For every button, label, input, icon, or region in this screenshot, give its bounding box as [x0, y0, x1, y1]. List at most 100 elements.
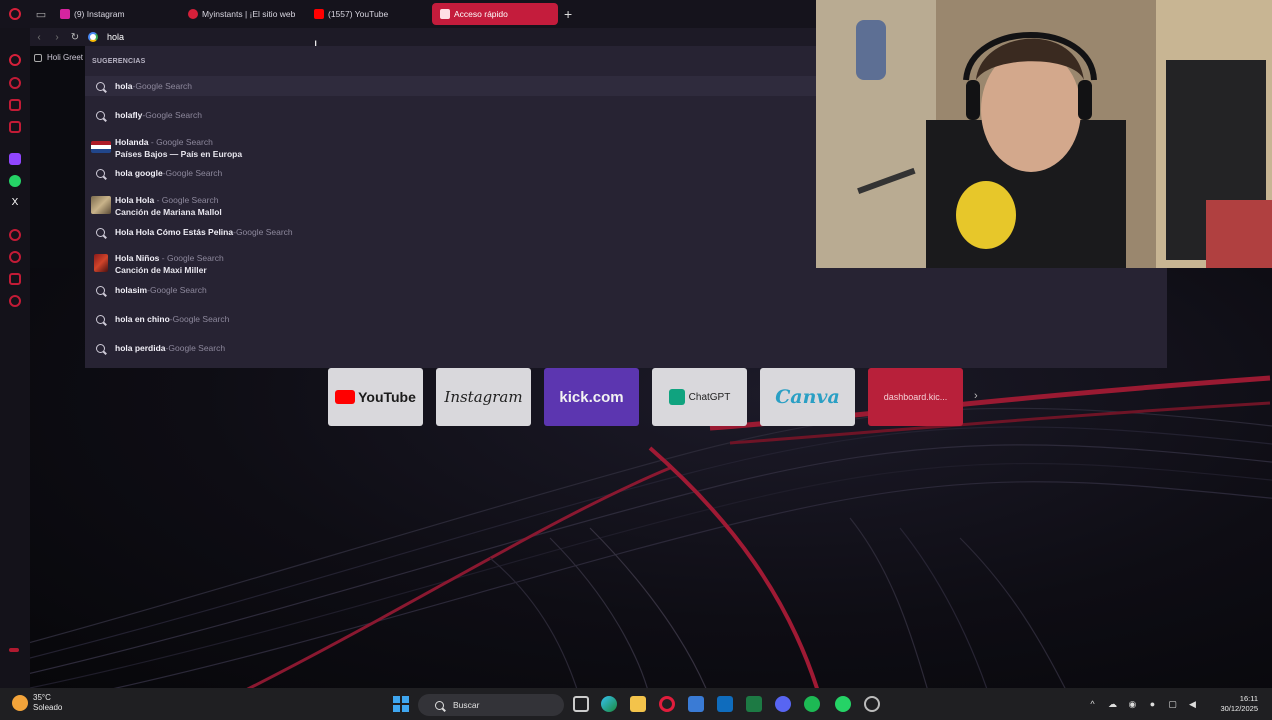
microphone-icon[interactable]: ● [1147, 699, 1157, 709]
globe-icon [34, 53, 42, 62]
taskbar-search-label: Buscar [453, 700, 480, 710]
gx-icon[interactable] [9, 648, 19, 652]
bookmark-holi-greet[interactable]: Holi Greet [34, 53, 83, 62]
volume-icon[interactable]: ◀ [1187, 699, 1197, 709]
edge-icon[interactable] [601, 696, 617, 712]
suggestion-term: Hola Hola Cómo Estás Pelina [115, 227, 234, 237]
aria-icon[interactable] [9, 54, 21, 66]
opera-logo-icon[interactable] [0, 0, 30, 28]
speed-dial-dashboard[interactable]: dashboard.kic... [868, 368, 963, 426]
address-text[interactable]: hola [107, 32, 124, 42]
gear-icon[interactable] [9, 295, 21, 307]
history-icon[interactable] [9, 77, 21, 89]
bookmarks-icon[interactable] [9, 99, 21, 111]
discord-icon[interactable] [775, 696, 791, 712]
back-icon[interactable]: ‹ [30, 32, 48, 43]
taskbar-clock[interactable]: 16:11 30/12/2025 [1220, 694, 1258, 714]
grid-icon [440, 9, 450, 19]
extensions-icon[interactable] [9, 273, 21, 285]
opera-taskbar-icon[interactable] [659, 696, 675, 712]
chevron-up-icon[interactable]: ^ [1087, 699, 1097, 709]
search-icon [95, 285, 105, 295]
reload-icon[interactable]: ↻ [66, 32, 84, 43]
tab-instagram[interactable]: (9) Instagram [52, 3, 172, 25]
youtube-logo-icon [335, 390, 356, 404]
speed-dial-canva[interactable]: Canva [760, 368, 855, 426]
discord-tray-icon[interactable]: ◉ [1127, 699, 1137, 709]
suggestion-term: holafly [115, 110, 143, 120]
windows-taskbar: 35°C Soleado Buscar ^ ☁ ◉ ● ▢ ◀ 16:11 30… [0, 688, 1272, 720]
tab-myinstants[interactable]: Myinstants | ¡El sitio web [180, 3, 302, 25]
suggestion-source: Google Search [145, 110, 202, 120]
webcam-overlay [816, 0, 1272, 268]
tile-label: Instagram [444, 388, 523, 406]
tab-label: (1557) YouTube [328, 9, 389, 19]
suggestion-subtitle: Canción de Maxi Miller [115, 264, 207, 275]
instagram-icon [60, 9, 70, 19]
twitch-icon[interactable] [9, 153, 21, 165]
speed-dial-instagram[interactable]: Instagram [436, 368, 531, 426]
google-icon [88, 32, 98, 42]
taskbar-search[interactable]: Buscar [418, 694, 564, 716]
myinstants-icon [188, 9, 198, 19]
speed-dial-youtube[interactable]: YouTube [328, 368, 423, 426]
tab-acceso-rapido[interactable]: Acceso rápido [432, 3, 558, 25]
clock-icon[interactable] [9, 251, 21, 263]
tab-label: Acceso rápido [454, 9, 508, 19]
suggestion-term: hola en chino [115, 314, 170, 324]
album-art-thumbnail [91, 196, 111, 214]
tab-menu-icon[interactable]: ▭ [30, 0, 52, 28]
suggestion-subtitle: Canción de Mariana Mallol [115, 206, 222, 217]
search-icon [95, 227, 105, 237]
forward-icon[interactable]: › [48, 32, 66, 43]
whatsapp-taskbar-icon[interactable] [835, 696, 851, 712]
weather-desc: Soleado [33, 703, 63, 712]
suggestion-item[interactable]: holasim - Google Search [85, 280, 1167, 300]
search-icon [95, 343, 105, 353]
youtube-icon [314, 9, 324, 19]
weather-temp: 35°C [33, 693, 51, 702]
tab-youtube[interactable]: (1557) YouTube [306, 3, 424, 25]
tile-label: kick.com [559, 388, 624, 406]
speed-dial-kick[interactable]: kick.com [544, 368, 639, 426]
suggestion-item[interactable]: hola perdida - Google Search [85, 338, 1167, 358]
file-explorer-icon[interactable] [630, 696, 646, 712]
windows-start-icon[interactable] [393, 696, 409, 712]
tab-label: Myinstants | ¡El sitio web [202, 9, 296, 19]
suggestion-source: Google Search [161, 194, 219, 205]
new-tab-button[interactable]: + [564, 6, 572, 22]
suggestion-separator: - [148, 136, 157, 147]
netherlands-flag-icon [91, 141, 111, 153]
speed-dial-chatgpt[interactable]: ChatGPT [652, 368, 747, 426]
bookmark-label: Holi Greet [47, 53, 84, 62]
suggestion-source: Google Search [149, 285, 207, 295]
task-view-icon[interactable] [573, 696, 589, 712]
sun-icon [12, 695, 28, 711]
settings-icon[interactable] [9, 229, 21, 241]
opera-sidebar: X [0, 28, 30, 688]
suggestion-term: Hola Hola [115, 194, 155, 205]
address-bar-row: ‹ › ↻ hola I [30, 28, 816, 52]
downloads-icon[interactable] [9, 121, 21, 133]
whatsapp-icon[interactable] [9, 175, 21, 187]
suggestion-item[interactable]: hola en chino - Google Search [85, 309, 1167, 329]
store-icon[interactable] [688, 696, 704, 712]
settings-taskbar-icon[interactable] [864, 696, 880, 712]
outlook-icon[interactable] [717, 696, 733, 712]
suggestion-term: hola google [115, 168, 163, 178]
tile-label: Canva [775, 386, 840, 408]
address-input[interactable]: hola [88, 28, 124, 46]
weather-widget[interactable]: 35°C Soleado [12, 693, 62, 713]
onedrive-icon[interactable]: ☁ [1107, 699, 1117, 709]
search-icon [95, 168, 105, 178]
x-icon[interactable]: X [9, 197, 21, 209]
network-icon[interactable]: ▢ [1167, 699, 1177, 709]
speed-dial: YouTube Instagram kick.com ChatGPT Canva… [328, 368, 978, 426]
suggestion-term: Holanda [115, 136, 149, 147]
suggestion-term: holasim [115, 285, 148, 295]
spotify-icon[interactable] [804, 696, 820, 712]
speed-dial-next-icon[interactable]: › [974, 390, 978, 402]
suggestions-header: SUGERENCIAS [92, 58, 146, 65]
excel-icon[interactable] [746, 696, 762, 712]
suggestion-source: Google Search [156, 136, 213, 147]
